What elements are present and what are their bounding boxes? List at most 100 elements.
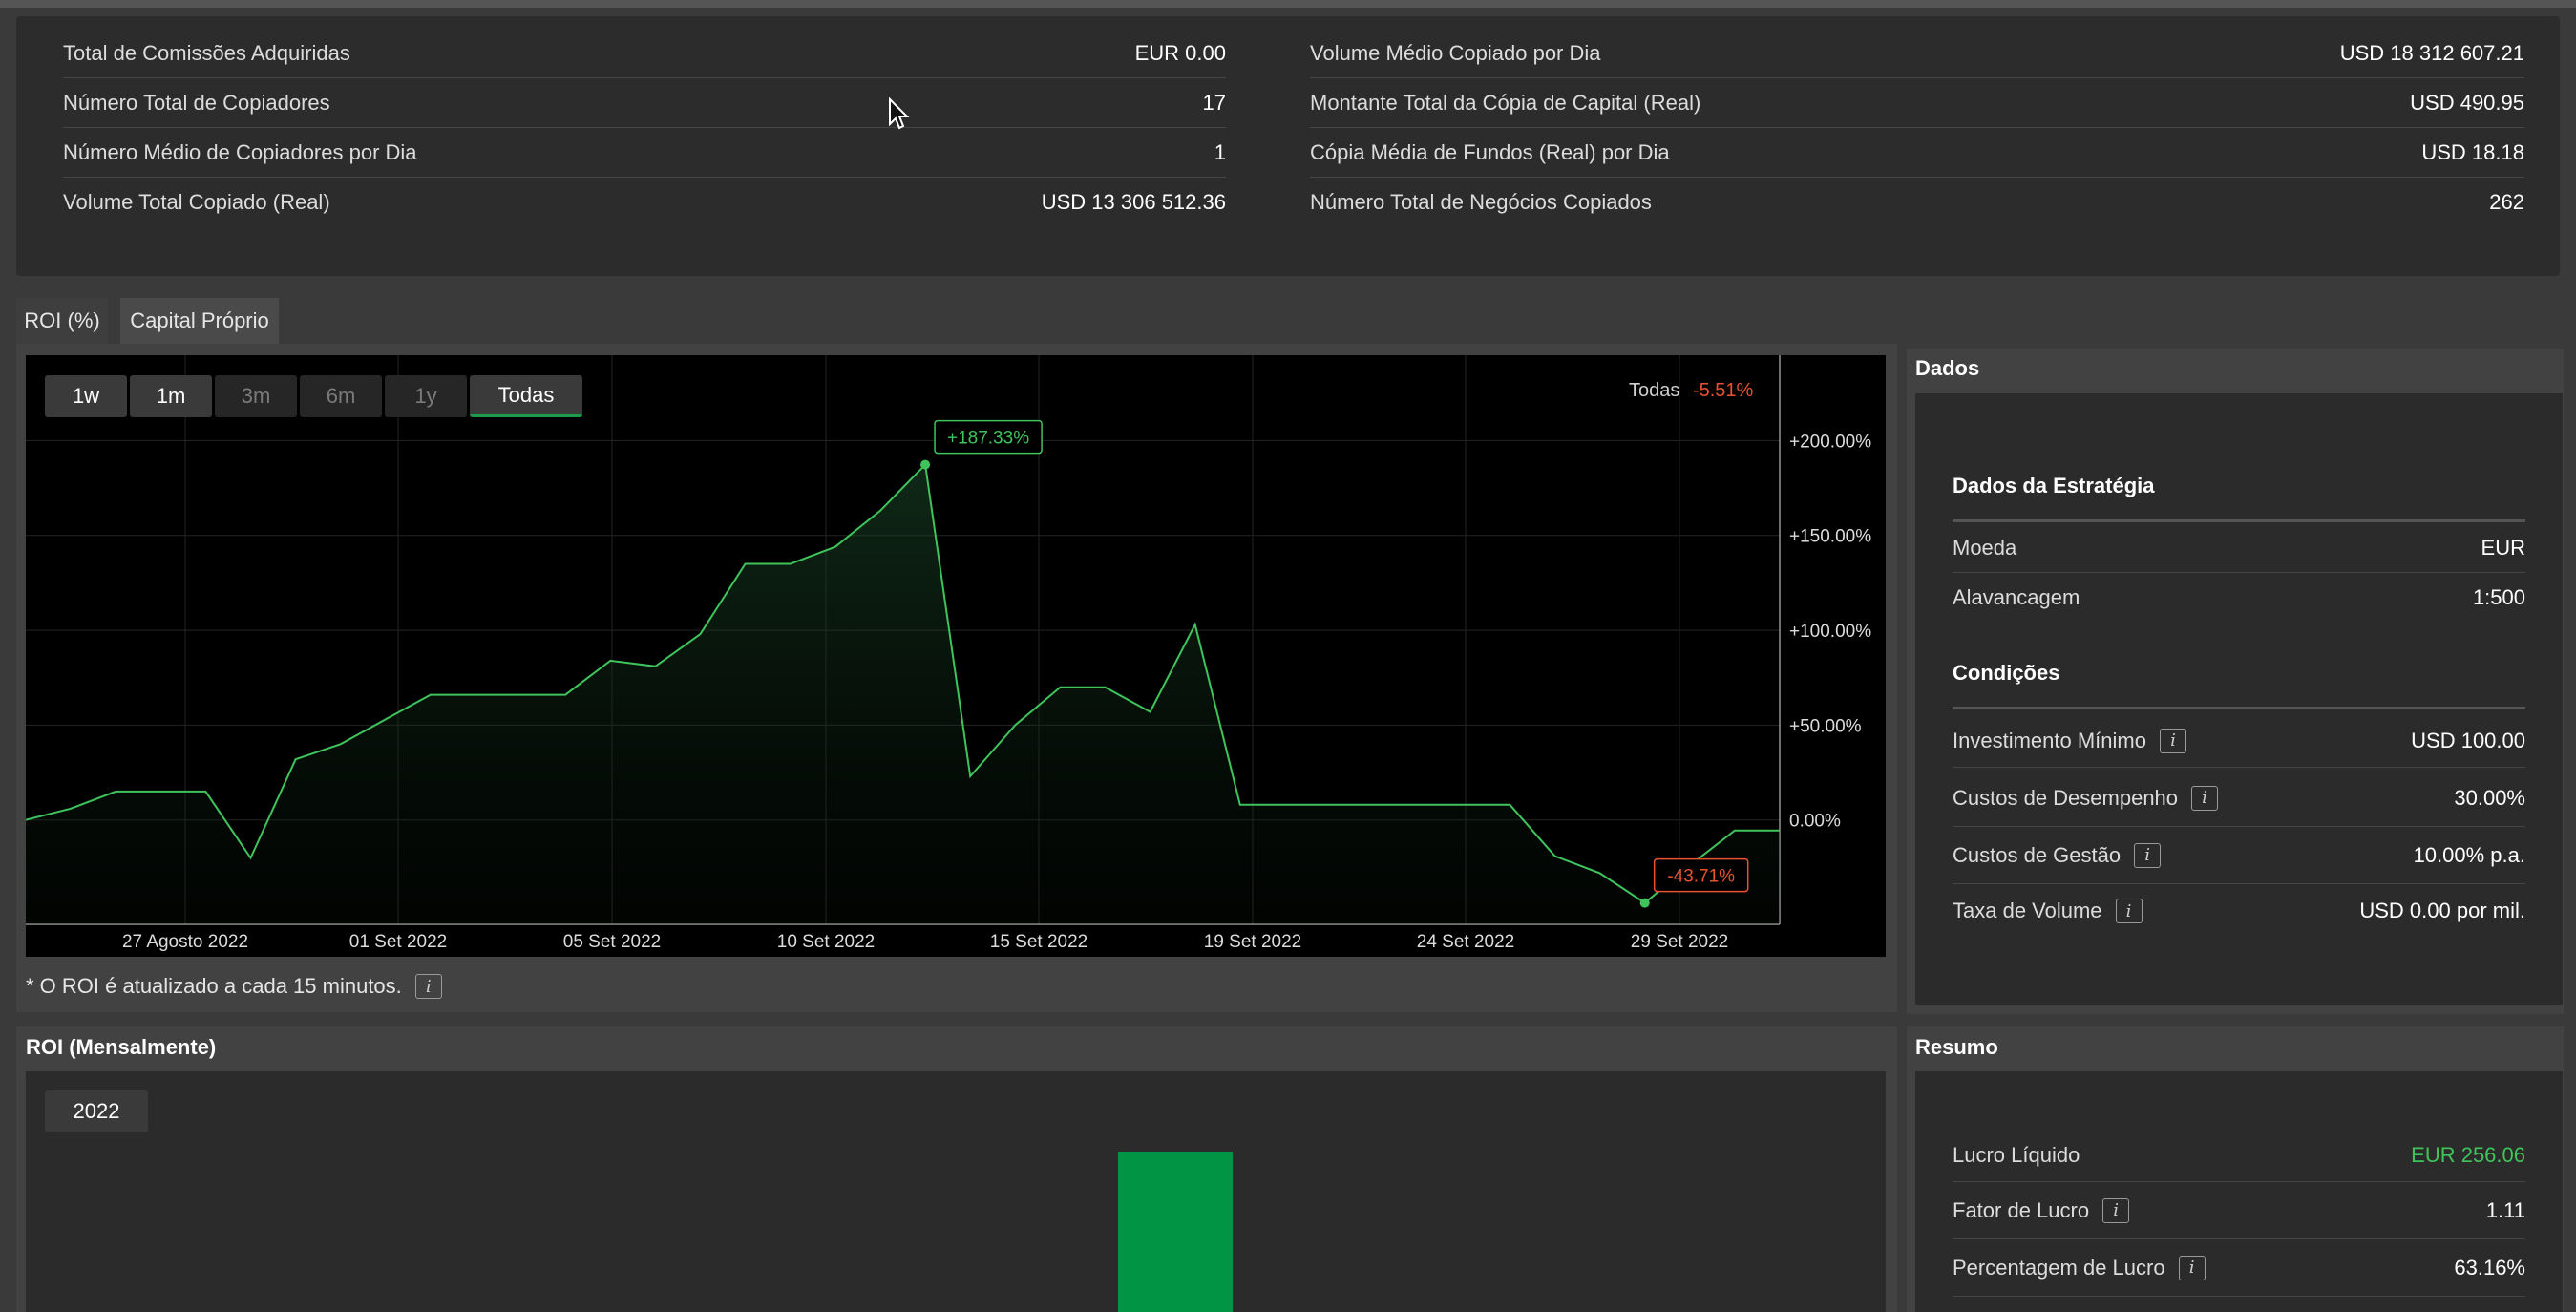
y-tick-label: 0.00%	[1789, 812, 1841, 832]
x-tick-label: 24 Set 2022	[1417, 932, 1514, 952]
stat-row: Número Total de Negócios Copiados 262	[1310, 178, 2524, 227]
info-icon[interactable]: i	[2102, 1197, 2130, 1223]
y-tick-label: +200.00%	[1789, 432, 1871, 452]
roi-area	[26, 464, 1780, 924]
stat-label: Número Médio de Copiadores por Dia	[63, 139, 417, 164]
kv-value: USD 100.00	[2411, 728, 2525, 752]
roi-update-note: * O ROI é atualizado a cada 15 minutos. …	[26, 974, 442, 999]
range-button-todas[interactable]: Todas	[470, 375, 582, 417]
range-button-3m[interactable]: 3m	[215, 375, 297, 417]
range-button-6m[interactable]: 6m	[300, 375, 382, 417]
section-divider	[1953, 707, 2525, 709]
stat-row: Cópia Média de Fundos (Real) por Dia USD…	[1310, 128, 2524, 178]
kv-value: 1:500	[2472, 585, 2525, 609]
dados-row-alavancagem: Alavancagem 1:500	[1953, 573, 2525, 623]
range-button-1m[interactable]: 1m	[130, 375, 212, 417]
info-icon[interactable]: i	[2115, 899, 2143, 923]
kv-value: 63.16%	[2454, 1255, 2525, 1280]
dados-row-gestao: Custos de Gestão i 10.00% p.a.	[1953, 827, 2525, 884]
dados-row-investimento: Investimento Mínimo i USD 100.00	[1953, 714, 2525, 768]
stat-row: Volume Total Copiado (Real) USD 13 306 5…	[63, 178, 1226, 227]
stat-label: Número Total de Copiadores	[63, 90, 330, 115]
resumo-row-lucro-liquido: Lucro Líquido EUR 256.06	[1953, 1129, 2525, 1182]
stat-label: Cópia Média de Fundos (Real) por Dia	[1310, 139, 1670, 164]
kv-value: USD 0.00 por mil.	[2359, 899, 2525, 922]
roi-monthly-bar	[1118, 1152, 1233, 1312]
range-buttons: 1w 1m 3m 6m 1y Todas	[45, 375, 582, 417]
max-point	[920, 459, 931, 470]
kv-value: EUR 256.06	[2411, 1142, 2525, 1167]
chart-legend: Todas -5.51%	[1629, 380, 1753, 402]
estrategia-title: Dados da Estratégia	[1953, 474, 2155, 497]
x-tick-label: 27 Agosto 2022	[122, 932, 248, 952]
kv-label: Fator de Lucro	[1953, 1197, 2090, 1222]
resumo-row-percentagem-lucro: Percentagem de Lucro i 63.16%	[1953, 1239, 2525, 1297]
top-strip	[0, 0, 2576, 8]
stat-row: Número Médio de Copiadores por Dia 1	[63, 128, 1226, 178]
max-label: +187.33%	[947, 429, 1029, 449]
mouse-cursor-icon	[889, 97, 910, 130]
stat-label: Número Total de Negócios Copiados	[1310, 190, 1652, 214]
legend-label: Todas	[1629, 380, 1680, 401]
stat-row: Montante Total da Cópia de Capital (Real…	[1310, 78, 2524, 128]
resumo-row-fator-lucro: Fator de Lucro i 1.11	[1953, 1182, 2525, 1239]
stat-value: USD 490.95	[2410, 90, 2524, 115]
kv-label: Alavancagem	[1953, 585, 2080, 609]
range-button-1w[interactable]: 1w	[45, 375, 127, 417]
dados-row-taxa-volume: Taxa de Volume i USD 0.00 por mil.	[1953, 884, 2525, 938]
kv-value: EUR	[2481, 535, 2525, 560]
x-tick-label: 19 Set 2022	[1204, 932, 1301, 952]
stat-value: 1	[1214, 139, 1226, 164]
legend-value: -5.51%	[1692, 380, 1754, 401]
x-tick-label: 10 Set 2022	[777, 932, 875, 952]
tab-roi[interactable]: ROI (%)	[16, 298, 108, 344]
stat-value: EUR 0.00	[1134, 40, 1226, 65]
kv-label: Lucro Líquido	[1953, 1142, 2080, 1167]
min-point	[1639, 898, 1650, 908]
roi-monthly-chart	[26, 1071, 1886, 1312]
stat-value: 17	[1202, 90, 1226, 115]
tab-capital-proprio[interactable]: Capital Próprio	[120, 298, 279, 344]
kv-label: Custos de Gestão	[1953, 842, 2122, 867]
kv-label: Percentagem de Lucro	[1953, 1255, 2165, 1280]
info-icon[interactable]: i	[2178, 1255, 2206, 1280]
resumo-title: Resumo	[1915, 1035, 1998, 1059]
kv-label: Investimento Mínimo	[1953, 728, 2146, 752]
stat-row: Número Total de Copiadores 17	[63, 78, 1226, 128]
stat-label: Volume Total Copiado (Real)	[63, 190, 330, 214]
y-tick-label: +50.00%	[1789, 716, 1862, 736]
kv-value: 1.11	[2485, 1197, 2525, 1222]
y-tick-label: +150.00%	[1789, 527, 1871, 547]
roi-chart-svg: +200.00% +150.00% +100.00% +50.00% 0.00% 27 A…	[26, 355, 1871, 952]
stat-row: Total de Comissões Adquiridas EUR 0.00	[63, 29, 1226, 78]
x-tick-label: 15 Set 2022	[990, 932, 1087, 952]
stat-label: Montante Total da Cópia de Capital (Real…	[1310, 90, 1701, 115]
info-icon[interactable]: i	[2191, 785, 2219, 811]
stat-label: Volume Médio Copiado por Dia	[1310, 40, 1601, 65]
stat-label: Total de Comissões Adquiridas	[63, 40, 350, 65]
info-icon[interactable]: i	[414, 974, 442, 999]
x-tick-label: 29 Set 2022	[1631, 932, 1728, 952]
stat-value: USD 18.18	[2421, 139, 2524, 164]
roi-chart: +200.00% +150.00% +100.00% +50.00% 0.00% 27 A…	[26, 355, 1886, 957]
kv-label: Moeda	[1953, 535, 2017, 560]
section-divider	[1953, 519, 2525, 522]
year-button-2022[interactable]: 2022	[45, 1090, 148, 1132]
roi-note-text: * O ROI é atualizado a cada 15 minutos.	[26, 974, 402, 998]
x-tick-label: 05 Set 2022	[563, 932, 661, 952]
stat-value: 262	[2489, 190, 2524, 214]
min-label: -43.71%	[1667, 867, 1735, 887]
x-tick-label: 01 Set 2022	[349, 932, 447, 952]
stat-row: Volume Médio Copiado por Dia USD 18 312 …	[1310, 29, 2524, 78]
kv-label: Custos de Desempenho	[1953, 785, 2179, 810]
info-icon[interactable]: i	[2134, 842, 2162, 868]
stat-value: USD 13 306 512.36	[1041, 190, 1226, 214]
kv-value: 30.00%	[2454, 785, 2525, 810]
range-button-1y[interactable]: 1y	[385, 375, 467, 417]
dados-row-moeda: Moeda EUR	[1953, 523, 2525, 573]
stat-value: USD 18 312 607.21	[2339, 40, 2524, 65]
condicoes-title: Condições	[1953, 661, 2060, 685]
dados-title: Dados	[1915, 356, 1980, 380]
info-icon[interactable]: i	[2159, 728, 2186, 753]
dados-row-desempenho: Custos de Desempenho i 30.00%	[1953, 770, 2525, 827]
